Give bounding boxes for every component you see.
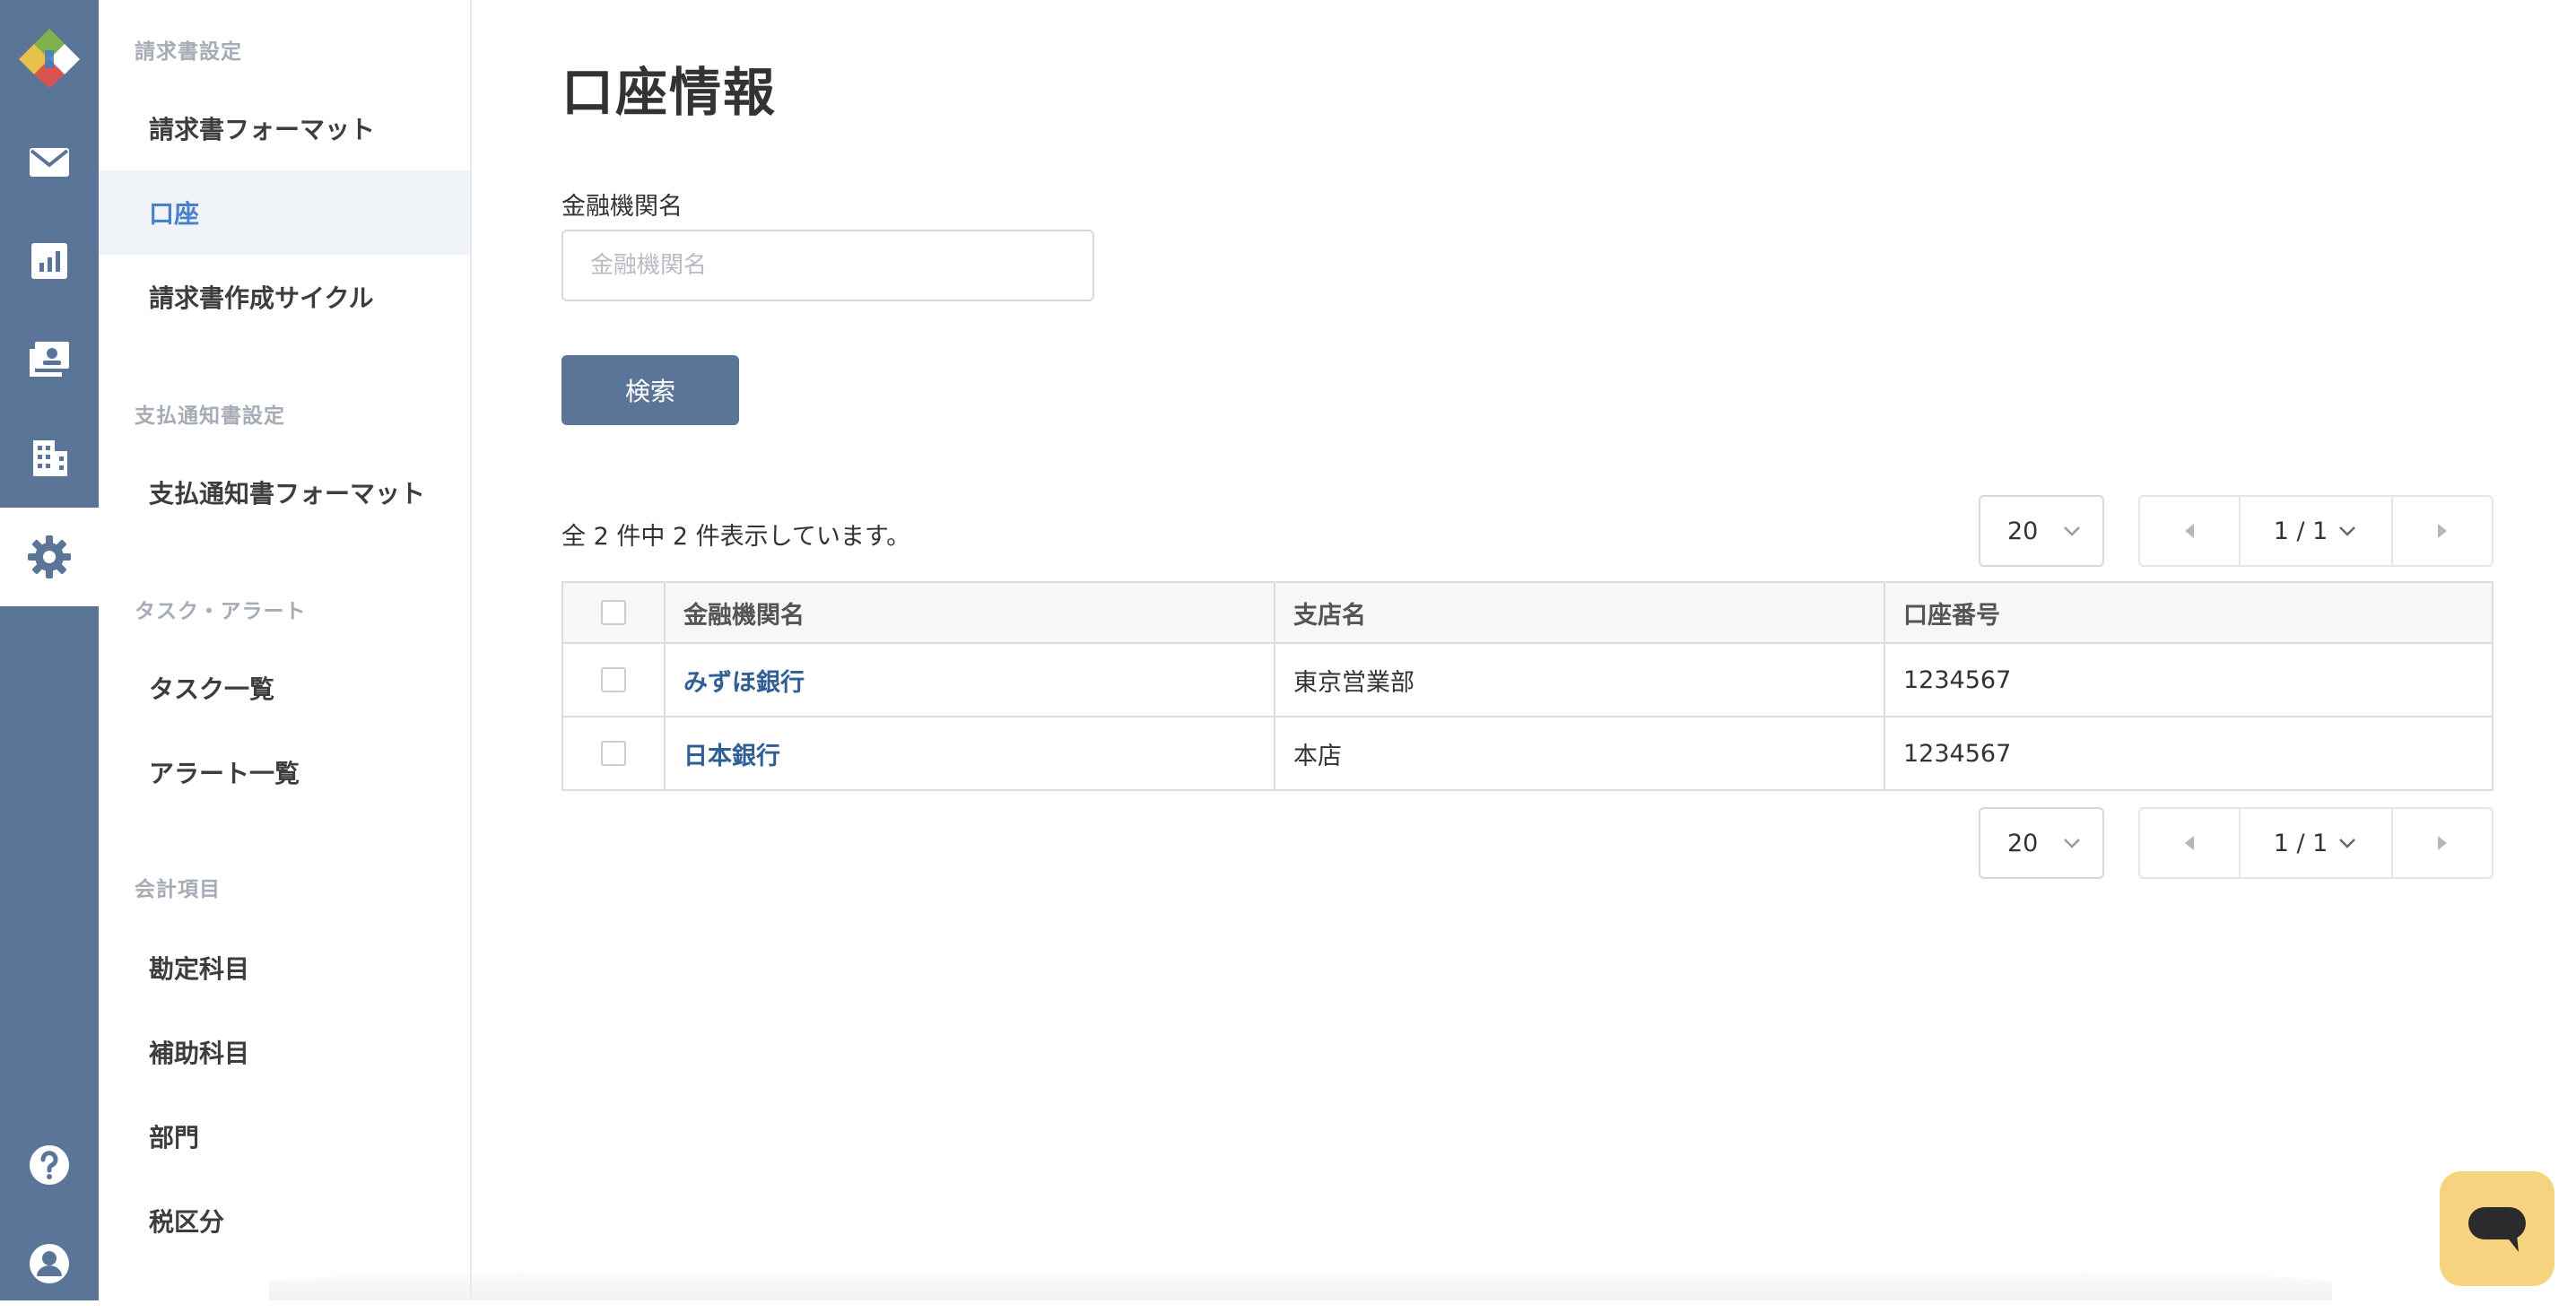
result-count: 全 2 件中 2 件表示しています。 [561,523,911,551]
mail-icon [30,148,69,177]
bank-name-link[interactable]: 日本銀行 [683,736,780,771]
sidebar-item-account-titles[interactable]: 勘定科目 [99,926,470,1010]
next-page-button[interactable] [2393,497,2492,565]
rail-settings-button[interactable] [0,508,99,606]
gear-icon [28,535,71,578]
chart-icon [31,243,67,279]
sidebar-item-payment-notice-format[interactable]: 支払通知書フォーマット [99,450,470,535]
rail-mail-button[interactable] [0,113,99,212]
section-payment-notice-settings: 支払通知書設定 [135,404,285,428]
table-header-row: 金融機関名 支店名 口座番号 [563,583,2492,642]
section-invoice-settings: 請求書設定 [135,40,242,64]
bank-name-input[interactable] [561,230,1094,301]
icon-rail [0,0,99,1300]
select-all-checkbox[interactable] [601,600,626,625]
main-content: 口座情報 金融機関名 検索 全 2 件中 2 件表示しています。 20 1 / … [474,0,2576,1300]
user-icon [30,1244,69,1283]
sidebar-item-account[interactable]: 口座 [99,170,470,255]
next-page-button[interactable] [2393,809,2492,877]
building-icon [33,440,67,476]
invoice-icon [30,342,69,377]
chat-widget-button[interactable] [2440,1171,2554,1286]
settings-sidebar: 請求書設定 請求書フォーマット 口座 請求書作成サイクル 支払通知書設定 支払通… [99,0,472,1300]
app-logo-icon[interactable] [18,29,81,88]
branch-name: 東京営業部 [1274,644,1884,716]
rail-help-button[interactable] [0,1116,99,1214]
column-header-branch[interactable]: 支店名 [1274,583,1884,642]
sidebar-item-alert-list[interactable]: アラート一覧 [99,730,470,814]
rail-invoice-button[interactable] [0,310,99,409]
per-page-value: 20 [2007,829,2039,857]
table-row: みずほ銀行 東京営業部 1234567 [563,642,2492,716]
chevron-down-icon [2064,839,2080,848]
bank-name-label: 金融機関名 [561,193,683,221]
sidebar-item-invoice-cycle[interactable]: 請求書作成サイクル [99,255,470,339]
sidebar-item-departments[interactable]: 部門 [99,1094,470,1178]
prev-page-button[interactable] [2140,809,2239,877]
account-number: 1234567 [1884,717,2492,789]
prev-page-button[interactable] [2140,497,2239,565]
column-header-account-number[interactable]: 口座番号 [1884,583,2492,642]
chat-bubble-icon [2468,1207,2526,1252]
column-header-bank[interactable]: 金融機関名 [664,583,1274,642]
section-accounting-items: 会計項目 [135,878,221,901]
rail-building-button[interactable] [0,409,99,508]
sidebar-item-sub-accounts[interactable]: 補助科目 [99,1010,470,1094]
caret-right-icon [2438,524,2447,538]
sidebar-item-tax-categories[interactable]: 税区分 [99,1178,470,1263]
sidebar-item-task-list[interactable]: タスク一覧 [99,646,470,730]
account-number: 1234567 [1884,644,2492,716]
accounts-table: 金融機関名 支店名 口座番号 みずほ銀行 東京営業部 1234567 日本銀行 … [561,581,2493,791]
rail-user-button[interactable] [0,1214,99,1313]
per-page-select-bottom[interactable]: 20 [1979,807,2104,879]
row-checkbox[interactable] [601,741,626,766]
bank-name-link[interactable]: みずほ銀行 [683,663,805,698]
page-title: 口座情報 [561,62,778,123]
page-indicator: 1 / 1 [2273,517,2328,545]
page-select[interactable]: 1 / 1 [2239,497,2393,565]
section-tasks-alerts: タスク・アラート [135,600,307,623]
bottom-shadow [269,1265,2332,1300]
per-page-select-top[interactable]: 20 [1979,495,2104,567]
caret-left-icon [2185,836,2194,850]
chevron-down-icon [2339,526,2356,536]
search-button[interactable]: 検索 [561,355,739,425]
per-page-value: 20 [2007,517,2039,545]
table-row: 日本銀行 本店 1234567 [563,716,2492,789]
rail-chart-button[interactable] [0,212,99,310]
sidebar-item-invoice-format[interactable]: 請求書フォーマット [99,86,470,170]
page-select[interactable]: 1 / 1 [2239,809,2393,877]
row-checkbox[interactable] [601,667,626,692]
chevron-down-icon [2064,526,2080,536]
page-indicator: 1 / 1 [2273,829,2328,857]
caret-left-icon [2185,524,2194,538]
chevron-down-icon [2339,839,2356,848]
branch-name: 本店 [1274,717,1884,789]
pagination-top: 1 / 1 [2138,495,2493,567]
pagination-bottom: 1 / 1 [2138,807,2493,879]
help-icon [30,1145,69,1185]
caret-right-icon [2438,836,2447,850]
